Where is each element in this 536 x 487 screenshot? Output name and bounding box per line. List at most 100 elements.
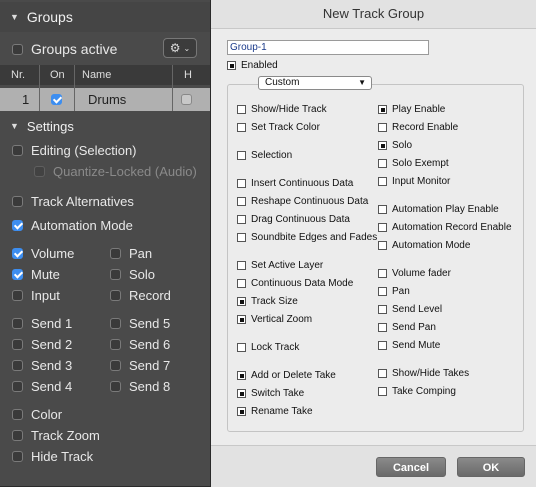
solo-row[interactable]: Solo [110,267,155,282]
left-option[interactable]: Reshape Continuous Data [237,196,368,207]
right-option[interactable]: Solo [378,140,412,151]
left-option[interactable]: Selection [237,150,292,161]
send2-checkbox[interactable] [12,339,23,350]
send3-row[interactable]: Send 3 [12,358,72,373]
send8-checkbox[interactable] [110,381,121,392]
right-option-checkbox[interactable] [378,387,387,396]
left-option-checkbox[interactable] [237,279,246,288]
editing-checkbox[interactable] [12,145,23,156]
pan-checkbox[interactable] [110,248,121,259]
track-zoom-row[interactable]: Track Zoom [12,428,100,443]
gear-menu-button[interactable]: ⚙ ⌄ [163,38,197,58]
right-option[interactable]: Play Enable [378,104,445,115]
disclosure-triangle-icon[interactable]: ▼ [10,12,19,22]
right-option-checkbox[interactable] [378,159,387,168]
hide-track-checkbox[interactable] [12,451,23,462]
groups-active-checkbox[interactable] [12,43,23,55]
left-option-checkbox[interactable] [237,105,246,114]
send1-checkbox[interactable] [12,318,23,329]
left-option-checkbox[interactable] [237,371,246,380]
table-row[interactable]: 1 Drums [0,88,210,111]
left-option[interactable]: Lock Track [237,342,299,353]
input-row[interactable]: Input [12,288,60,303]
left-option[interactable]: Add or Delete Take [237,370,336,381]
left-option-checkbox[interactable] [237,197,246,206]
right-option[interactable]: Input Monitor [378,176,450,187]
solo-checkbox[interactable] [110,269,121,280]
automation-mode-row[interactable]: Automation Mode [12,218,133,233]
send7-checkbox[interactable] [110,360,121,371]
left-option[interactable]: Track Size [237,296,298,307]
right-option-checkbox[interactable] [378,105,387,114]
mute-checkbox[interactable] [12,269,23,280]
send4-row[interactable]: Send 4 [12,379,72,394]
left-option[interactable]: Show/Hide Track [237,104,327,115]
mute-row[interactable]: Mute [12,267,60,282]
group-name-input[interactable] [227,40,429,55]
left-option[interactable]: Vertical Zoom [237,314,312,325]
right-option[interactable]: Send Mute [378,340,440,351]
color-checkbox[interactable] [12,409,23,420]
right-option[interactable]: Automation Record Enable [378,222,512,233]
right-option[interactable]: Pan [378,286,410,297]
send6-row[interactable]: Send 6 [110,337,170,352]
right-option-checkbox[interactable] [378,369,387,378]
right-option-checkbox[interactable] [378,305,387,314]
pan-row[interactable]: Pan [110,246,152,261]
left-option-checkbox[interactable] [237,179,246,188]
send4-checkbox[interactable] [12,381,23,392]
right-option-checkbox[interactable] [378,205,387,214]
right-option-checkbox[interactable] [378,323,387,332]
enabled-checkbox[interactable] [227,61,236,70]
send1-row[interactable]: Send 1 [12,316,72,331]
left-option-checkbox[interactable] [237,343,246,352]
volume-checkbox[interactable] [12,248,23,259]
left-option-checkbox[interactable] [237,297,246,306]
left-option-checkbox[interactable] [237,215,246,224]
right-option-checkbox[interactable] [378,287,387,296]
left-option[interactable]: Set Track Color [237,122,320,133]
track-alternatives-row[interactable]: Track Alternatives [12,194,134,209]
right-option[interactable]: Automation Play Enable [378,204,499,215]
right-option-checkbox[interactable] [378,223,387,232]
send2-row[interactable]: Send 2 [12,337,72,352]
volume-row[interactable]: Volume [12,246,74,261]
left-option[interactable]: Drag Continuous Data [237,214,350,225]
send8-row[interactable]: Send 8 [110,379,170,394]
groups-header[interactable]: ▼ Groups [0,2,210,32]
left-option-checkbox[interactable] [237,389,246,398]
track-zoom-checkbox[interactable] [12,430,23,441]
send5-checkbox[interactable] [110,318,121,329]
preset-dropdown[interactable]: Custom ▼ [258,76,372,90]
automation-mode-checkbox[interactable] [12,220,23,231]
editing-row[interactable]: Editing (Selection) [12,143,137,158]
right-option[interactable]: Take Comping [378,386,456,397]
left-option-checkbox[interactable] [237,315,246,324]
send5-row[interactable]: Send 5 [110,316,170,331]
right-option[interactable]: Show/Hide Takes [378,368,469,379]
left-option[interactable]: Set Active Layer [237,260,323,271]
right-option[interactable]: Record Enable [378,122,458,133]
left-option[interactable]: Rename Take [237,406,313,417]
right-option[interactable]: Send Level [378,304,442,315]
send6-checkbox[interactable] [110,339,121,350]
right-option[interactable]: Automation Mode [378,240,470,251]
left-option-checkbox[interactable] [237,123,246,132]
row-on-checkbox[interactable] [51,94,62,105]
right-option-checkbox[interactable] [378,123,387,132]
row-hide-checkbox[interactable] [181,94,192,105]
left-option[interactable]: Continuous Data Mode [237,278,353,289]
right-option[interactable]: Volume fader [378,268,451,279]
left-option[interactable]: Insert Continuous Data [237,178,353,189]
left-option[interactable]: Soundbite Edges and Fades [237,232,377,243]
input-checkbox[interactable] [12,290,23,301]
cancel-button[interactable]: Cancel [376,457,446,477]
send3-checkbox[interactable] [12,360,23,371]
right-option-checkbox[interactable] [378,141,387,150]
right-option[interactable]: Send Pan [378,322,436,333]
left-option-checkbox[interactable] [237,233,246,242]
left-option-checkbox[interactable] [237,151,246,160]
record-checkbox[interactable] [110,290,121,301]
track-alternatives-checkbox[interactable] [12,196,23,207]
right-option-checkbox[interactable] [378,269,387,278]
